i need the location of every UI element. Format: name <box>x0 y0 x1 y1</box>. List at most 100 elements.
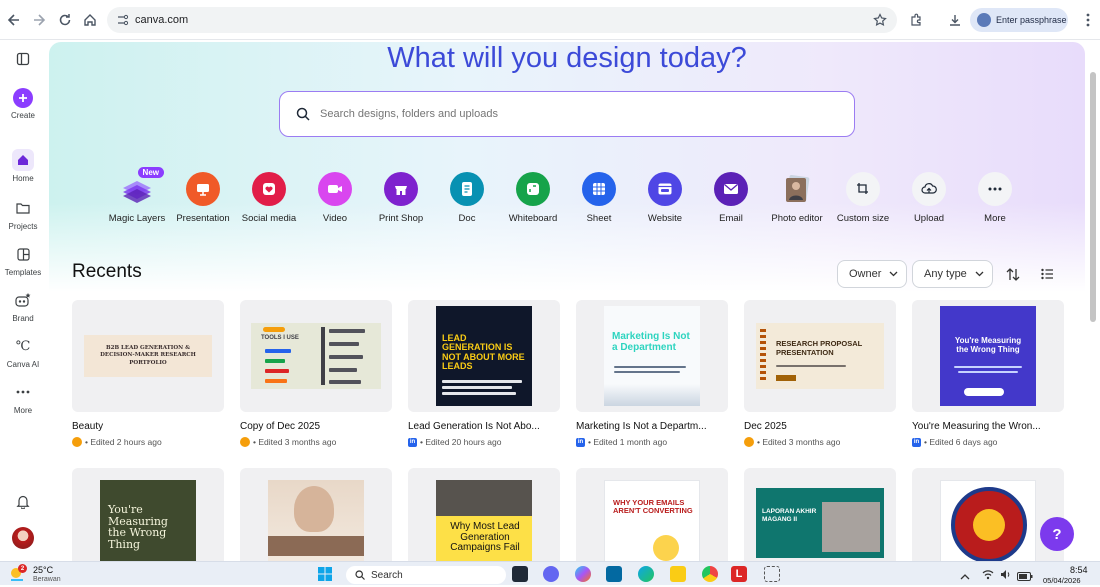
design-card-row2-6[interactable] <box>912 468 1064 561</box>
file-explorer-icon[interactable] <box>670 566 686 582</box>
type-filter-dropdown[interactable]: Any type <box>912 260 993 288</box>
design-title[interactable]: Dec 2025 <box>744 421 894 432</box>
help-button[interactable]: ? <box>1040 517 1074 551</box>
copilot-icon[interactable] <box>575 566 591 582</box>
wifi-icon[interactable] <box>982 567 994 580</box>
forward-icon[interactable] <box>28 9 50 31</box>
quick-action-custom-size[interactable]: Custom size <box>829 172 897 224</box>
search-input[interactable] <box>320 108 800 120</box>
more-dots-icon <box>978 172 1012 206</box>
quick-action-upload[interactable]: Upload <box>895 172 963 224</box>
design-card-dec-2025[interactable]: RESEARCH PROPOSAL PRESENTATION Dec 2025 … <box>744 300 896 447</box>
linkedin-icon: in <box>576 437 585 447</box>
video-icon <box>318 172 352 206</box>
design-title[interactable]: Beauty <box>72 421 222 432</box>
list-view-icon[interactable] <box>1039 266 1055 282</box>
design-title[interactable]: Marketing Is Not a Departm... <box>576 421 726 432</box>
design-thumbnail[interactable]: WHY YOUR EMAILS AREN'T CONVERTING <box>576 468 728 561</box>
sidebar-item-brand[interactable]: Brand <box>0 289 46 323</box>
design-thumbnail[interactable]: Why Most Lead Generation Campaigns Fail <box>408 468 560 561</box>
design-thumbnail[interactable]: You're Measuring the Wrong Thing <box>912 300 1064 412</box>
sidebar-item-projects[interactable]: Projects <box>0 197 46 231</box>
design-thumbnail[interactable]: RESEARCH PROPOSAL PRESENTATION <box>744 300 896 412</box>
weather-icon[interactable]: 2 <box>8 564 27 582</box>
search-bar[interactable] <box>279 91 855 137</box>
outlook-icon[interactable] <box>606 566 622 582</box>
design-card-row2-1[interactable]: You're Measuring the Wrong Thing <box>72 468 224 561</box>
quick-action-magic-layers[interactable]: New Magic Layers <box>103 167 171 224</box>
url-text: canva.com <box>135 14 189 26</box>
design-card-row2-4[interactable]: WHY YOUR EMAILS AREN'T CONVERTING <box>576 468 728 561</box>
back-icon[interactable] <box>3 9 25 31</box>
owner-filter-dropdown[interactable]: Owner <box>837 260 907 288</box>
quick-action-email[interactable]: Email <box>697 172 765 224</box>
design-card-copy-of-dec-2025[interactable]: TOOLS I USE Copy of Dec 2025 • Edited 3 … <box>240 300 392 447</box>
design-thumbnail[interactable]: Marketing Is Not a Department <box>576 300 728 412</box>
home-browser-icon[interactable] <box>79 9 101 31</box>
browser-toolbar: canva.com Enter passphrase <box>0 0 1100 40</box>
quick-action-print-shop[interactable]: Print Shop <box>367 172 435 224</box>
taskview-icon[interactable] <box>512 566 528 582</box>
volume-icon[interactable] <box>1000 567 1012 579</box>
quick-action-more[interactable]: More <box>961 172 1029 224</box>
design-card-lead-generation[interactable]: LEAD GENERATION IS NOT ABOUT MORE LEADS … <box>408 300 560 447</box>
design-thumbnail[interactable]: LAPORAN AKHIR MAGANG II <box>744 468 896 561</box>
download-icon[interactable] <box>944 9 966 31</box>
snipping-tool-icon[interactable] <box>764 566 780 582</box>
windows-start-icon[interactable] <box>318 567 332 581</box>
quick-action-video[interactable]: Video <box>301 172 369 224</box>
left-sidebar: Create Home Projects Templates Brand ℃ C… <box>0 40 46 561</box>
quick-action-doc[interactable]: Doc <box>433 172 501 224</box>
notifications-button[interactable] <box>0 490 46 515</box>
app-l-icon[interactable]: L <box>731 566 747 582</box>
design-title[interactable]: Copy of Dec 2025 <box>240 421 390 432</box>
sidebar-item-home[interactable]: Home <box>0 149 46 183</box>
design-card-marketing[interactable]: Marketing Is Not a Department Marketing … <box>576 300 728 447</box>
chevron-up-icon[interactable] <box>960 568 970 580</box>
profile-button[interactable]: Enter passphrase <box>970 8 1068 32</box>
chrome-icon[interactable] <box>702 566 718 582</box>
quick-action-presentation[interactable]: Presentation <box>169 172 237 224</box>
website-icon <box>648 172 682 206</box>
sidebar-toggle[interactable] <box>0 48 46 73</box>
design-thumbnail[interactable]: TOOLS I USE <box>240 300 392 412</box>
design-card-measuring[interactable]: You're Measuring the Wrong Thing You're … <box>912 300 1064 447</box>
quick-action-label: Email <box>719 213 743 224</box>
sidebar-item-create[interactable]: Create <box>0 88 46 120</box>
reload-icon[interactable] <box>54 9 76 31</box>
sidebar-item-templates[interactable]: Templates <box>0 243 46 277</box>
design-card-beauty[interactable]: B2B LEAD GENERATION & DECISION-MAKER RES… <box>72 300 224 447</box>
edge-icon[interactable] <box>638 566 654 582</box>
quick-action-website[interactable]: Website <box>631 172 699 224</box>
quick-action-label: Whiteboard <box>508 213 558 224</box>
quick-action-whiteboard[interactable]: Whiteboard <box>499 172 567 224</box>
bookmark-star-icon[interactable] <box>869 9 891 31</box>
quick-action-photo-editor[interactable]: Photo editor <box>763 172 831 224</box>
sidebar-item-more[interactable]: More <box>0 381 46 415</box>
design-thumbnail[interactable] <box>240 468 392 561</box>
weather-desc: Berawan <box>33 576 61 583</box>
design-thumbnail[interactable] <box>912 468 1064 561</box>
design-title[interactable]: Lead Generation Is Not Abo... <box>408 421 558 432</box>
design-thumbnail[interactable]: LEAD GENERATION IS NOT ABOUT MORE LEADS <box>408 300 560 412</box>
taskbar-search[interactable]: Search <box>346 566 506 584</box>
quick-action-social-media[interactable]: Social media <box>235 172 303 224</box>
extensions-icon[interactable] <box>905 9 927 31</box>
design-card-row2-3[interactable]: Why Most Lead Generation Campaigns Fail <box>408 468 560 561</box>
design-title[interactable]: You're Measuring the Wron... <box>912 421 1062 432</box>
address-bar[interactable]: canva.com <box>107 7 897 33</box>
account-avatar[interactable] <box>0 527 46 552</box>
design-thumbnail[interactable]: You're Measuring the Wrong Thing <box>72 468 224 561</box>
browser-menu-icon[interactable] <box>1077 9 1099 31</box>
site-info-icon[interactable] <box>117 14 129 26</box>
design-card-row2-5[interactable]: LAPORAN AKHIR MAGANG II <box>744 468 896 561</box>
sidebar-item-canva-ai[interactable]: ℃ Canva AI <box>0 335 46 370</box>
teams-icon[interactable] <box>543 566 559 582</box>
design-thumbnail[interactable]: B2B LEAD GENERATION & DECISION-MAKER RES… <box>72 300 224 412</box>
battery-icon[interactable] <box>1017 568 1033 581</box>
sort-icon[interactable] <box>1005 266 1021 282</box>
edited-time: Edited 3 months ago <box>258 437 337 447</box>
design-card-row2-2[interactable] <box>240 468 392 561</box>
quick-action-sheet[interactable]: Sheet <box>565 172 633 224</box>
page-scrollbar[interactable] <box>1090 72 1096 322</box>
